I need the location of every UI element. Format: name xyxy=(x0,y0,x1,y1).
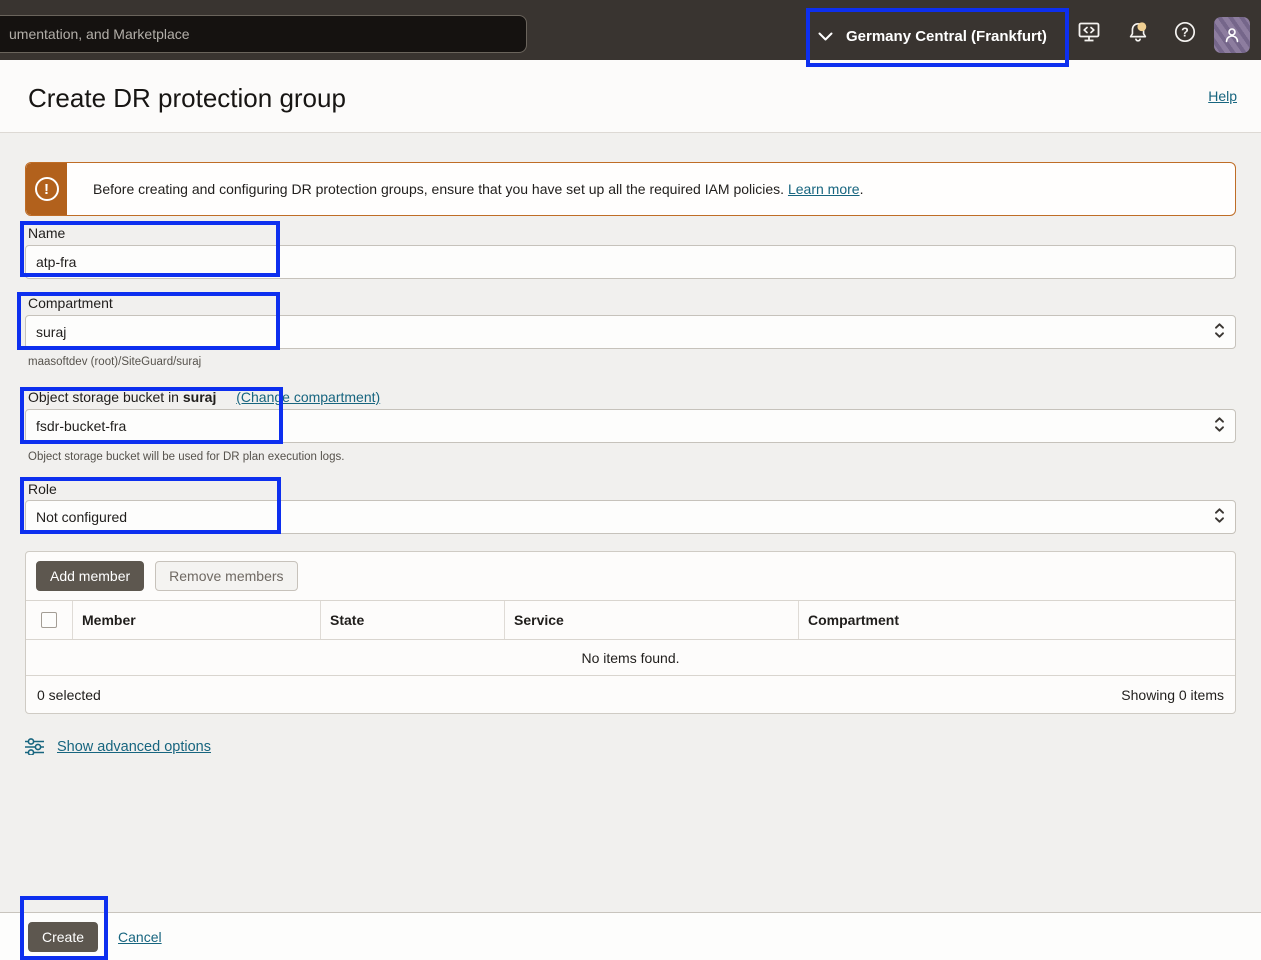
help-icon[interactable]: ? xyxy=(1173,20,1197,44)
page-title: Create DR protection group xyxy=(28,83,346,113)
select-all-cell xyxy=(26,601,73,639)
empty-state-row: No items found. xyxy=(26,640,1235,676)
column-header-compartment: Compartment xyxy=(808,612,900,628)
bucket-compartment-name: suraj xyxy=(182,389,217,405)
role-label: Role xyxy=(28,481,57,497)
warning-banner: ! Before creating and configuring DR pro… xyxy=(25,162,1236,216)
top-navigation-bar: Germany Central (Frankfurt) ? xyxy=(0,0,1261,60)
region-selector[interactable]: Germany Central (Frankfurt) xyxy=(810,10,1055,62)
selected-count: 0 selected xyxy=(37,686,101,703)
svg-text:?: ? xyxy=(1181,25,1189,39)
select-stepper-icon xyxy=(1214,322,1225,343)
warning-banner-text: Before creating and configuring DR prote… xyxy=(93,181,864,197)
help-link[interactable]: Help xyxy=(1208,88,1237,104)
main-content: ! Before creating and configuring DR pro… xyxy=(0,133,1261,912)
members-table-header: Member State Service Compartment xyxy=(26,601,1235,640)
chevron-down-icon xyxy=(818,32,833,41)
members-table-footer: 0 selected Showing 0 items xyxy=(26,676,1235,713)
add-member-button[interactable]: Add member xyxy=(36,561,145,591)
showing-count: Showing 0 items xyxy=(1121,686,1224,703)
bucket-label: Object storage bucket in suraj (Change c… xyxy=(28,389,381,405)
create-dr-protection-group-page: Germany Central (Frankfurt) ? xyxy=(0,0,1261,960)
notifications-bell-icon[interactable] xyxy=(1126,20,1150,44)
warning-banner-strip: ! xyxy=(26,163,67,215)
select-stepper-icon xyxy=(1214,507,1225,528)
bucket-select[interactable]: fsdr-bucket-fra xyxy=(25,409,1236,443)
members-card: Add member Remove members Member State S… xyxy=(25,551,1236,714)
warning-icon: ! xyxy=(34,177,59,201)
select-stepper-icon xyxy=(1214,416,1225,437)
sliders-icon xyxy=(25,738,44,755)
column-header-member: Member xyxy=(73,601,321,639)
search-input[interactable] xyxy=(0,15,527,53)
column-header-service: Service xyxy=(505,601,799,639)
advanced-options-row: Show advanced options xyxy=(25,738,1236,755)
column-header-state: State xyxy=(321,601,505,639)
remove-members-button[interactable]: Remove members xyxy=(155,561,298,591)
name-input[interactable]: atp-fra xyxy=(25,245,1236,279)
show-advanced-options-link[interactable]: Show advanced options xyxy=(57,739,211,755)
select-all-checkbox[interactable] xyxy=(41,612,57,628)
name-label: Name xyxy=(28,225,66,241)
region-label: Germany Central (Frankfurt) xyxy=(846,27,1047,45)
cloud-shell-icon[interactable] xyxy=(1077,20,1101,44)
change-compartment-link[interactable]: (Change compartment) xyxy=(236,389,380,405)
learn-more-link[interactable]: Learn more xyxy=(788,181,860,197)
members-toolbar: Add member Remove members xyxy=(26,552,1235,601)
compartment-label: Compartment xyxy=(28,295,113,311)
cancel-link[interactable]: Cancel xyxy=(118,929,162,945)
bucket-helper: Object storage bucket will be used for D… xyxy=(28,451,345,463)
create-button[interactable]: Create xyxy=(28,921,99,952)
notification-badge xyxy=(1137,21,1147,31)
user-avatar[interactable] xyxy=(1214,17,1250,53)
page-header: Create DR protection group Help xyxy=(0,60,1261,133)
compartment-select[interactable]: suraj xyxy=(25,315,1236,349)
role-select[interactable]: Not configured xyxy=(25,500,1236,534)
compartment-path-helper: maasoftdev (root)/SiteGuard/suraj xyxy=(28,356,202,368)
action-footer: Create Cancel xyxy=(0,912,1261,960)
